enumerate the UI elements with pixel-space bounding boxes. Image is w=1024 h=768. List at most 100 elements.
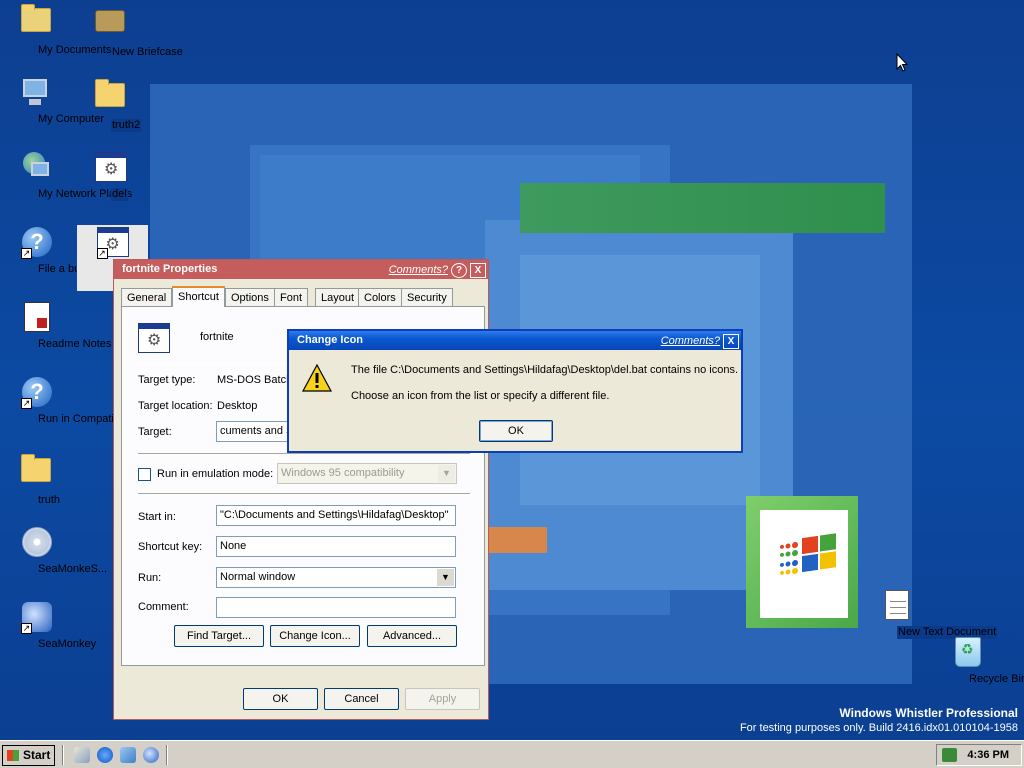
seamonkey-icon: ↗ xyxy=(21,602,53,634)
dialog-message-1: The file C:\Documents and Settings\Hilda… xyxy=(351,364,739,376)
emulation-select-value: Windows 95 compatibility xyxy=(281,467,405,479)
properties-titlebar[interactable]: fortnite Properties Comments? ? X xyxy=(114,260,488,279)
desktop-icon-my-computer[interactable]: My Computer xyxy=(0,77,104,125)
desktop-icon-truth2[interactable]: truth2 xyxy=(74,77,148,132)
advanced-button[interactable]: Advanced... xyxy=(367,625,457,647)
find-target-button[interactable]: Find Target... xyxy=(174,625,264,647)
target-label: Target: xyxy=(138,426,172,438)
target-type-value: MS-DOS Batch xyxy=(217,374,293,386)
recycle-bin-icon xyxy=(952,637,984,669)
readme-notes-icon xyxy=(21,302,53,334)
build-label: For testing purposes only. Build 2416.id… xyxy=(739,722,1018,734)
network-status-icon[interactable] xyxy=(942,748,957,762)
tab-security[interactable]: Security xyxy=(401,288,453,306)
taskbar-separator xyxy=(166,745,168,765)
titlebar-controls: Comments? X xyxy=(661,332,739,351)
internet-explorer-icon[interactable] xyxy=(97,747,113,763)
desktop-icon-seamonkey-setup[interactable]: SeaMonkeS... xyxy=(0,527,107,575)
cancel-button[interactable]: Cancel xyxy=(324,688,399,710)
target-location-value: Desktop xyxy=(217,400,258,412)
desktop-icon-my-documents[interactable]: My Documents xyxy=(0,2,111,56)
cd-installer-icon xyxy=(21,527,53,559)
dialog-titlebar[interactable]: Change Icon Comments? X xyxy=(289,331,741,350)
start-in-input[interactable]: "C:\Documents and Settings\Hildafag\Desk… xyxy=(216,505,456,526)
mouse-cursor-icon xyxy=(896,53,908,72)
build-watermark: Windows Whistler Professional For testin… xyxy=(740,706,1018,734)
apply-button: Apply xyxy=(405,688,480,710)
comments-link[interactable]: Comments? xyxy=(389,261,448,280)
ok-button[interactable]: OK xyxy=(243,688,318,710)
help-icon: ? ↗ xyxy=(21,377,53,409)
desktop-icon-recycle-bin[interactable]: Recycle Bin xyxy=(930,637,1024,685)
desktop-icon-del[interactable]: ⚙ del xyxy=(74,152,148,201)
tab-shortcut[interactable]: Shortcut xyxy=(172,286,225,307)
start-in-label: Start in: xyxy=(138,511,176,523)
run-label: Run: xyxy=(138,572,162,584)
emulation-select[interactable]: Windows 95 compatibility ▼ xyxy=(277,463,457,484)
shortcut-name: fortnite xyxy=(200,331,234,343)
my-documents-icon xyxy=(21,4,53,40)
emulation-label: Run in emulation mode: xyxy=(157,468,274,480)
target-location-label: Target location: xyxy=(138,400,213,412)
comment-input[interactable] xyxy=(216,597,456,618)
tab-general[interactable]: General xyxy=(121,288,173,306)
desktop-icon-truth[interactable]: truth xyxy=(0,452,74,506)
edition-label: Windows Whistler Professional xyxy=(839,706,1018,720)
desktop-icon-new-text-document[interactable]: New Text Document xyxy=(860,590,998,639)
shortcut-key-label: Shortcut key: xyxy=(138,541,203,553)
help-icon: ? ↗ xyxy=(21,227,53,259)
desktop-icon-my-network-places[interactable]: My Network Places xyxy=(0,152,132,200)
folder-icon xyxy=(95,79,127,115)
batch-file-icon: ⚙ xyxy=(95,152,127,184)
close-button[interactable]: X xyxy=(470,263,486,278)
run-select[interactable]: Normal window ▼ xyxy=(216,567,456,588)
network-icon[interactable] xyxy=(120,747,136,763)
computer-icon xyxy=(21,77,53,109)
close-button[interactable]: X xyxy=(723,334,739,349)
show-desktop-icon[interactable] xyxy=(74,747,90,763)
windows-logo-tile xyxy=(746,496,858,628)
run-select-value: Normal window xyxy=(220,571,296,583)
chevron-down-icon: ▼ xyxy=(437,569,454,586)
desktop-icon-seamonkey[interactable]: ↗ SeaMonkey xyxy=(0,602,96,650)
target-type-label: Target type: xyxy=(138,374,196,386)
clock[interactable]: 4:36 PM xyxy=(967,749,1009,761)
taskbar-separator xyxy=(62,745,64,765)
taskbar: Start 4:36 PM xyxy=(0,740,1024,768)
desktop-icon-new-briefcase[interactable]: New Briefcase xyxy=(74,2,183,58)
tab-colors[interactable]: Colors xyxy=(358,288,402,306)
comments-link[interactable]: Comments? xyxy=(661,332,720,351)
desktop-icon-file-a-bug-report[interactable]: ?↗ File a bug report xyxy=(0,227,118,275)
seamonkey-icon[interactable] xyxy=(143,747,159,763)
divider xyxy=(138,493,470,494)
folder-icon xyxy=(21,454,53,490)
batch-file-shortcut-icon: ⚙ ↗ xyxy=(96,227,129,259)
windows-logo xyxy=(760,510,848,618)
dialog-ok-button[interactable]: OK xyxy=(479,420,553,442)
network-icon xyxy=(21,152,53,184)
comment-label: Comment: xyxy=(138,601,189,613)
warning-icon xyxy=(301,363,333,392)
briefcase-icon xyxy=(95,10,127,42)
shortcut-icon: ⚙ xyxy=(138,323,170,353)
emulation-checkbox[interactable] xyxy=(138,468,151,481)
change-icon-dialog: Change Icon Comments? X The file C:\Docu… xyxy=(287,329,743,453)
shortcut-key-input[interactable]: None xyxy=(216,536,456,557)
tab-font[interactable]: Font xyxy=(274,288,309,306)
windows-flag-icon xyxy=(780,533,836,575)
system-tray: 4:36 PM xyxy=(936,744,1022,766)
desktop-icon-run-in-compatibility[interactable]: ? ↗ Run in Compatibilit... xyxy=(0,377,140,425)
text-document-icon xyxy=(881,590,913,622)
tab-layout[interactable]: Layout xyxy=(315,288,361,306)
titlebar-controls: Comments? ? X xyxy=(389,261,486,280)
wallpaper-green-bar xyxy=(520,183,885,233)
help-button[interactable]: ? xyxy=(451,263,467,278)
desktop-icon-readme-notes[interactable]: Readme Notes xyxy=(0,302,111,350)
start-button[interactable]: Start xyxy=(2,745,55,766)
tab-options[interactable]: Options xyxy=(225,288,275,306)
window-title: fortnite Properties xyxy=(122,263,218,275)
chevron-down-icon: ▼ xyxy=(438,465,455,482)
change-icon-button[interactable]: Change Icon... xyxy=(270,625,360,647)
wallpaper-orange-block xyxy=(488,527,547,553)
dialog-title: Change Icon xyxy=(297,334,364,346)
